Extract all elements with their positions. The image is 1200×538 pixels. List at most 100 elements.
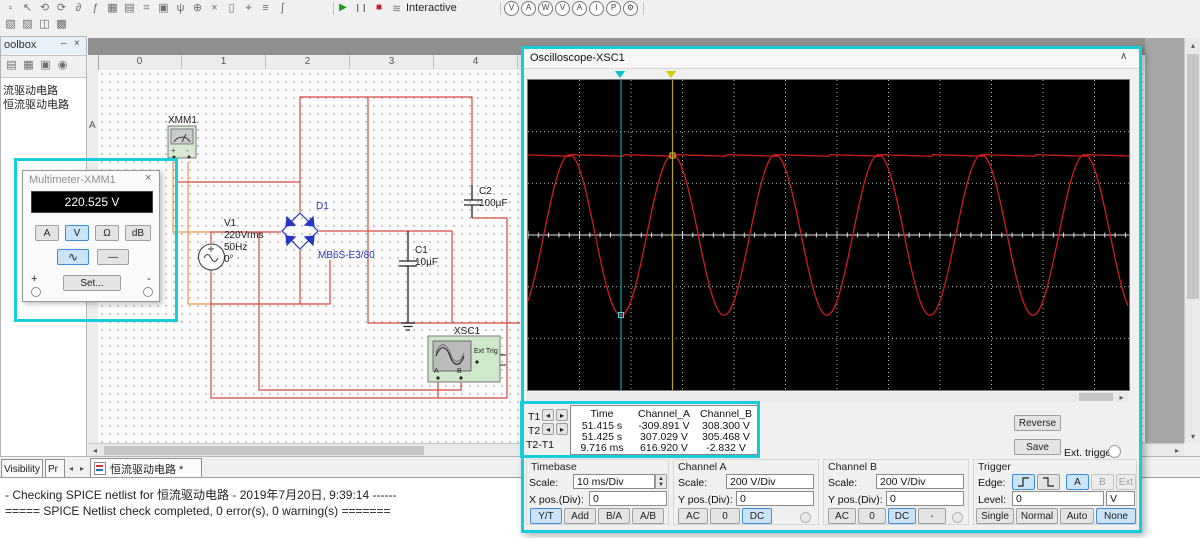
channel-a-terminal[interactable] — [800, 512, 811, 523]
trigger-level-input[interactable]: 0 — [1012, 491, 1104, 506]
tab-pr[interactable]: Pr — [45, 459, 65, 478]
mode-volts-button[interactable]: V — [65, 225, 89, 241]
channel-b-terminal[interactable] — [952, 512, 963, 523]
toolbar-icon[interactable]: ◫ — [36, 17, 53, 31]
trigger-source-ext-button[interactable]: Ext — [1116, 474, 1136, 490]
toolbar-icon[interactable]: ⌖ — [240, 1, 257, 15]
toolbar-icon[interactable]: ⌗ — [138, 1, 155, 15]
toolbar-icon[interactable]: ⊕ — [189, 1, 206, 15]
timebase-xpos-input[interactable]: 0 — [589, 491, 667, 506]
toolbar-icon[interactable]: ∫ — [274, 1, 291, 15]
toolbar-icon[interactable]: ▤ — [121, 1, 138, 15]
scroll-down-icon[interactable]: ▾ — [1185, 429, 1200, 443]
toolbar-icon[interactable]: ▧ — [2, 17, 19, 31]
trigger-level-unit[interactable]: V — [1106, 491, 1135, 506]
channel-b-ypos-input[interactable]: 0 — [886, 491, 964, 506]
falling-edge-icon[interactable] — [1037, 474, 1060, 490]
run-button[interactable]: ▶ — [336, 1, 350, 15]
tab-scroll-right-icon[interactable]: ▸ — [77, 461, 87, 476]
channel-a-scale-input[interactable]: 200 V/Div — [726, 474, 814, 489]
timebase-add-button[interactable]: Add — [564, 508, 596, 524]
toolbar-icon[interactable]: ∂ — [70, 1, 87, 15]
trigger-normal-button[interactable]: Normal — [1016, 508, 1058, 524]
toolbox-icon[interactable]: ◉ — [54, 58, 71, 72]
toolbar-icon[interactable]: ▯ — [223, 1, 240, 15]
channel-b-minus-button[interactable]: - — [918, 508, 946, 524]
timebase-scale-input[interactable]: 10 ms/Div — [573, 474, 655, 489]
scope-scrollbar-thumb[interactable] — [1079, 393, 1113, 401]
probe-icon[interactable]: I — [589, 1, 604, 16]
probe-icon[interactable]: ⚙ — [623, 1, 638, 16]
vertical-scrollbar-thumb[interactable] — [1187, 54, 1199, 299]
close-icon[interactable]: × — [145, 172, 151, 184]
timebase-ab-button[interactable]: A/B — [632, 508, 664, 524]
probe-icon[interactable]: V — [504, 1, 519, 16]
cursor-t2-handle[interactable] — [666, 71, 676, 78]
main-vertical-scrollbar[interactable]: ▴ ▾ — [1184, 38, 1200, 443]
toolbar-icon[interactable]: ▩ — [53, 17, 70, 31]
toolbox-icon[interactable]: ▤ — [3, 58, 20, 72]
t2-right-button[interactable]: ▸ — [556, 423, 568, 435]
channel-b-ac-button[interactable]: AC — [828, 508, 856, 524]
dc-mode-button[interactable]: — — [97, 249, 129, 265]
mode-db-button[interactable]: dB — [125, 225, 151, 241]
channel-a-dc-button[interactable]: DC — [742, 508, 772, 524]
timebase-yt-button[interactable]: Y/T — [530, 508, 562, 524]
toolbar-icon[interactable]: ▦ — [104, 1, 121, 15]
ac-mode-button[interactable]: ∿ — [57, 249, 89, 265]
probe-icon[interactable]: A — [521, 1, 536, 16]
tab-scroll-left-icon[interactable]: ◂ — [66, 461, 76, 476]
tree-item-sheet[interactable]: 恒流驱动电路 — [3, 96, 69, 112]
t1-left-button[interactable]: ◂ — [542, 409, 554, 421]
t2-left-button[interactable]: ◂ — [542, 423, 554, 435]
trigger-source-b-button[interactable]: B — [1091, 474, 1114, 490]
cursor-t1-handle[interactable] — [615, 71, 625, 78]
toolbar-icon[interactable]: ψ — [172, 1, 189, 15]
trigger-none-button[interactable]: None — [1096, 508, 1136, 524]
pause-button[interactable]: ❙❙ — [354, 1, 368, 15]
close-icon[interactable]: × — [74, 38, 80, 49]
plus-terminal[interactable] — [31, 287, 41, 297]
minus-terminal[interactable] — [143, 287, 153, 297]
set-button[interactable]: Set... — [63, 275, 121, 291]
interactive-mode-dropdown[interactable]: Interactive — [406, 2, 457, 14]
mode-amps-button[interactable]: A — [35, 225, 59, 241]
scope-scroll-right-icon[interactable]: ▸ — [1115, 392, 1128, 402]
minimize-icon[interactable]: – — [61, 38, 67, 49]
reverse-button[interactable]: Reverse — [1014, 415, 1061, 431]
ext-trigger-terminal[interactable] — [1108, 445, 1121, 458]
timebase-scale-spinner[interactable]: ▲ ▼ — [655, 474, 667, 489]
collapse-icon[interactable]: ∧ — [1120, 51, 1127, 62]
t1-right-button[interactable]: ▸ — [556, 409, 568, 421]
oscilloscope-screen[interactable] — [527, 79, 1130, 391]
channel-a-ac-button[interactable]: AC — [678, 508, 708, 524]
horizontal-scrollbar-thumb[interactable] — [104, 446, 424, 455]
mode-ohms-button[interactable]: Ω — [95, 225, 119, 241]
toolbar-icon[interactable]: ▣ — [155, 1, 172, 15]
toolbox-icon[interactable]: ▣ — [37, 58, 54, 72]
toolbar-icon[interactable]: ⟳ — [53, 1, 70, 15]
oscilloscope-window[interactable]: Oscilloscope-XSC1 ∧ ▸ T1 ◂ ▸ T2 ◂ ▸ T2-T… — [520, 46, 1142, 533]
probe-icon[interactable]: P — [606, 1, 621, 16]
toolbar-icon[interactable]: ≡ — [257, 1, 274, 15]
toolbar-icon[interactable]: ⟲ — [36, 1, 53, 15]
toolbar-icon[interactable]: ▫ — [2, 1, 19, 15]
stop-button[interactable]: ■ — [372, 1, 386, 15]
channel-b-zero-button[interactable]: 0 — [858, 508, 886, 524]
toolbar-icon[interactable]: ↖ — [19, 1, 36, 15]
trigger-source-a-button[interactable]: A — [1066, 474, 1089, 490]
timebase-ba-button[interactable]: B/A — [598, 508, 630, 524]
trigger-auto-button[interactable]: Auto — [1060, 508, 1094, 524]
channel-a-ypos-input[interactable]: 0 — [736, 491, 814, 506]
channel-a-zero-button[interactable]: 0 — [710, 508, 740, 524]
probe-icon[interactable]: V — [555, 1, 570, 16]
toolbar-icon[interactable]: ▨ — [19, 17, 36, 31]
sheet-tab[interactable]: 恒流驱动电路 * — [90, 458, 202, 478]
multimeter-dialog[interactable]: Multimeter-XMM1 × 220.525 V A V Ω dB ∿ —… — [22, 170, 160, 302]
toolbox-icon[interactable]: ▦ — [20, 58, 37, 72]
rising-edge-icon[interactable] — [1012, 474, 1035, 490]
scroll-up-icon[interactable]: ▴ — [1185, 38, 1200, 52]
toolbar-icon[interactable]: ƒ — [87, 1, 104, 15]
save-button[interactable]: Save — [1014, 439, 1061, 455]
tab-visibility[interactable]: Visibility — [1, 459, 43, 478]
